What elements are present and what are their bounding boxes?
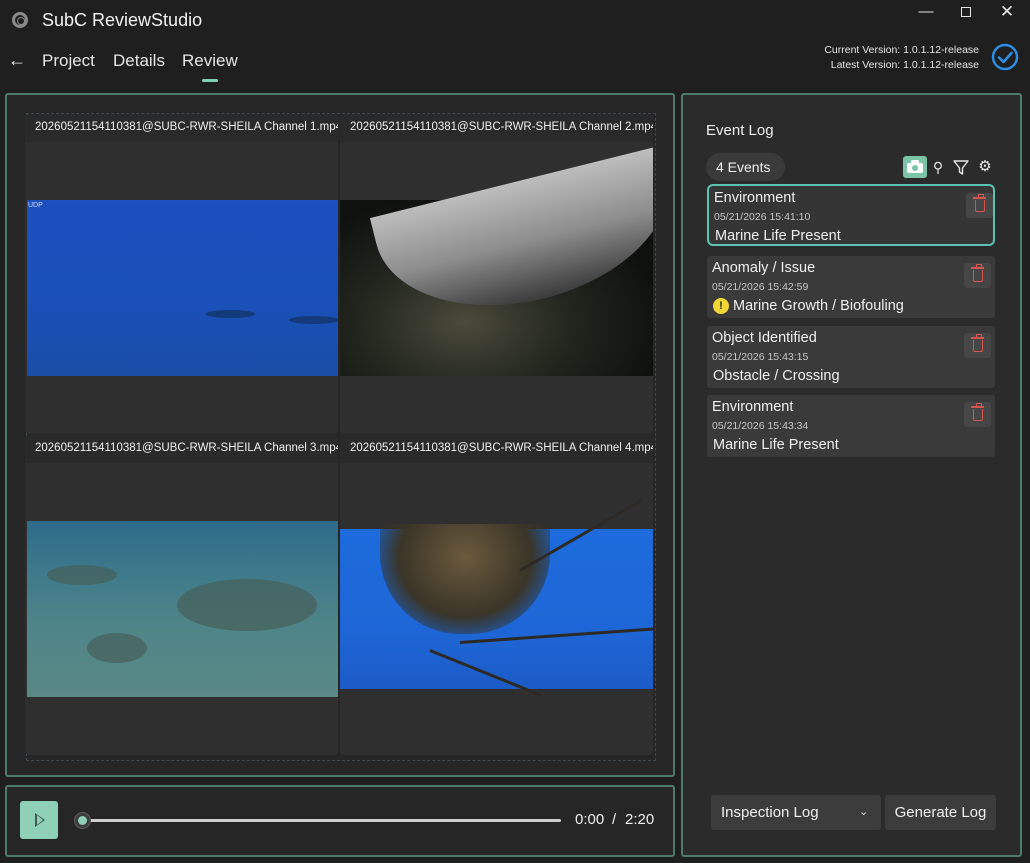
event-card[interactable]: Environment 05/21/2026 15:43:34 Marine L… [707,395,995,457]
event-log-panel: Event Log 4 Events ⚲ ⚙ Environment 05/21… [681,93,1022,857]
lobster-antenna-shape [429,649,542,697]
trash-icon [971,334,984,352]
maximize-button[interactable] [946,2,986,26]
event-timestamp: 05/21/2026 15:42:59 [712,281,809,293]
video-overlay-text: UDP [28,202,43,209]
tab-details[interactable]: Details [113,51,165,71]
trash-icon [971,264,984,282]
event-description: Marine Growth / Biofouling [733,298,904,314]
dolphin-shape [289,316,338,324]
playback-bar: 0:00 / 2:20 [5,785,675,857]
event-log-title: Event Log [706,122,774,139]
tab-review[interactable]: Review [182,51,238,71]
trash-icon [973,194,986,212]
event-count-badge: 4 Events [706,153,785,181]
nav-bar: ← Project Details Review Current Version… [0,40,1030,86]
log-type-dropdown[interactable]: Inspection Log ⌄ [711,795,881,830]
lobster-shape [380,524,550,634]
gear-logo-icon [12,12,28,28]
dolphin-shape [205,310,255,318]
event-timestamp: 05/21/2026 15:41:10 [714,211,811,223]
video-filename: 20260521154110381@SUBC-RWR-SHEILA Channe… [350,121,653,133]
check-circle-icon[interactable] [991,43,1019,71]
event-card[interactable]: Environment 05/21/2026 15:41:10 Marine L… [707,184,995,246]
close-button[interactable]: ✕ [987,2,1027,26]
delete-event-button[interactable] [964,333,991,358]
video-tile-channel-2[interactable]: 20260521154110381@SUBC-RWR-SHEILA Channe… [340,114,653,434]
active-tab-indicator [202,79,218,82]
event-timestamp: 05/21/2026 15:43:34 [712,420,809,432]
chevron-down-icon: ⌄ [859,806,869,818]
event-description: Marine Life Present [713,437,839,453]
tab-project[interactable]: Project [42,51,95,71]
event-timestamp: 05/21/2026 15:43:15 [712,351,809,363]
delete-event-button[interactable] [966,193,993,218]
back-arrow-icon[interactable]: ← [8,50,26,71]
event-card[interactable]: Anomaly / Issue 05/21/2026 15:42:59 ! Ma… [707,256,995,318]
camera-button[interactable] [903,156,927,178]
event-card[interactable]: Object Identified 05/21/2026 15:43:15 Ob… [707,326,995,388]
log-type-selected: Inspection Log [721,804,819,821]
version-info: Current Version: 1.0.1.12-release Latest… [824,43,979,73]
video-tile-channel-1[interactable]: 20260521154110381@SUBC-RWR-SHEILA Channe… [25,114,338,434]
total-duration: 2:20 [625,811,655,828]
current-version: Current Version: 1.0.1.12-release [824,44,979,56]
video-filename: 20260521154110381@SUBC-RWR-SHEILA Channe… [35,121,338,133]
title-bar: SubC ReviewStudio — ✕ [0,0,1030,40]
warning-icon: ! [713,298,729,314]
video-frame-channel-1: UDP [27,200,338,376]
video-frame-channel-3 [27,521,338,697]
event-category: Object Identified [712,330,817,346]
latest-version: Latest Version: 1.0.1.12-release [830,59,979,71]
maximize-icon [961,7,971,17]
event-description: Marine Life Present [715,228,841,244]
seabed-rock-shape [87,633,147,663]
play-button[interactable] [20,801,58,839]
generate-log-button[interactable]: Generate Log [885,795,996,830]
video-frame-channel-4 [340,499,653,697]
filter-icon[interactable] [951,156,971,178]
seek-slider[interactable] [83,819,561,822]
video-filename: 20260521154110381@SUBC-RWR-SHEILA Channe… [350,442,653,454]
video-filename: 20260521154110381@SUBC-RWR-SHEILA Channe… [35,442,338,454]
event-category: Anomaly / Issue [712,260,816,276]
delete-event-button[interactable] [964,263,991,288]
seabed-rock-shape [177,579,317,631]
event-category: Environment [712,399,794,415]
key-icon[interactable]: ⚲ [928,156,948,178]
time-separator: / [612,811,617,828]
event-description: Obstacle / Crossing [713,368,840,384]
app-title: SubC ReviewStudio [42,10,203,30]
minimize-button[interactable]: — [906,2,946,26]
seek-slider-thumb[interactable] [75,813,90,828]
gear-icon[interactable]: ⚙ [975,156,995,178]
trash-icon [971,403,984,421]
video-frame-channel-2 [340,145,653,376]
event-category: Environment [714,190,796,206]
shark-shape [369,145,653,335]
current-time: 0:00 [575,811,605,828]
delete-event-button[interactable] [964,402,991,427]
video-tile-channel-3[interactable]: 20260521154110381@SUBC-RWR-SHEILA Channe… [25,435,338,755]
seabed-rock-shape [47,565,117,585]
video-tile-channel-4[interactable]: 20260521154110381@SUBC-RWR-SHEILA Channe… [340,435,653,755]
camera-icon-lens [912,165,918,171]
